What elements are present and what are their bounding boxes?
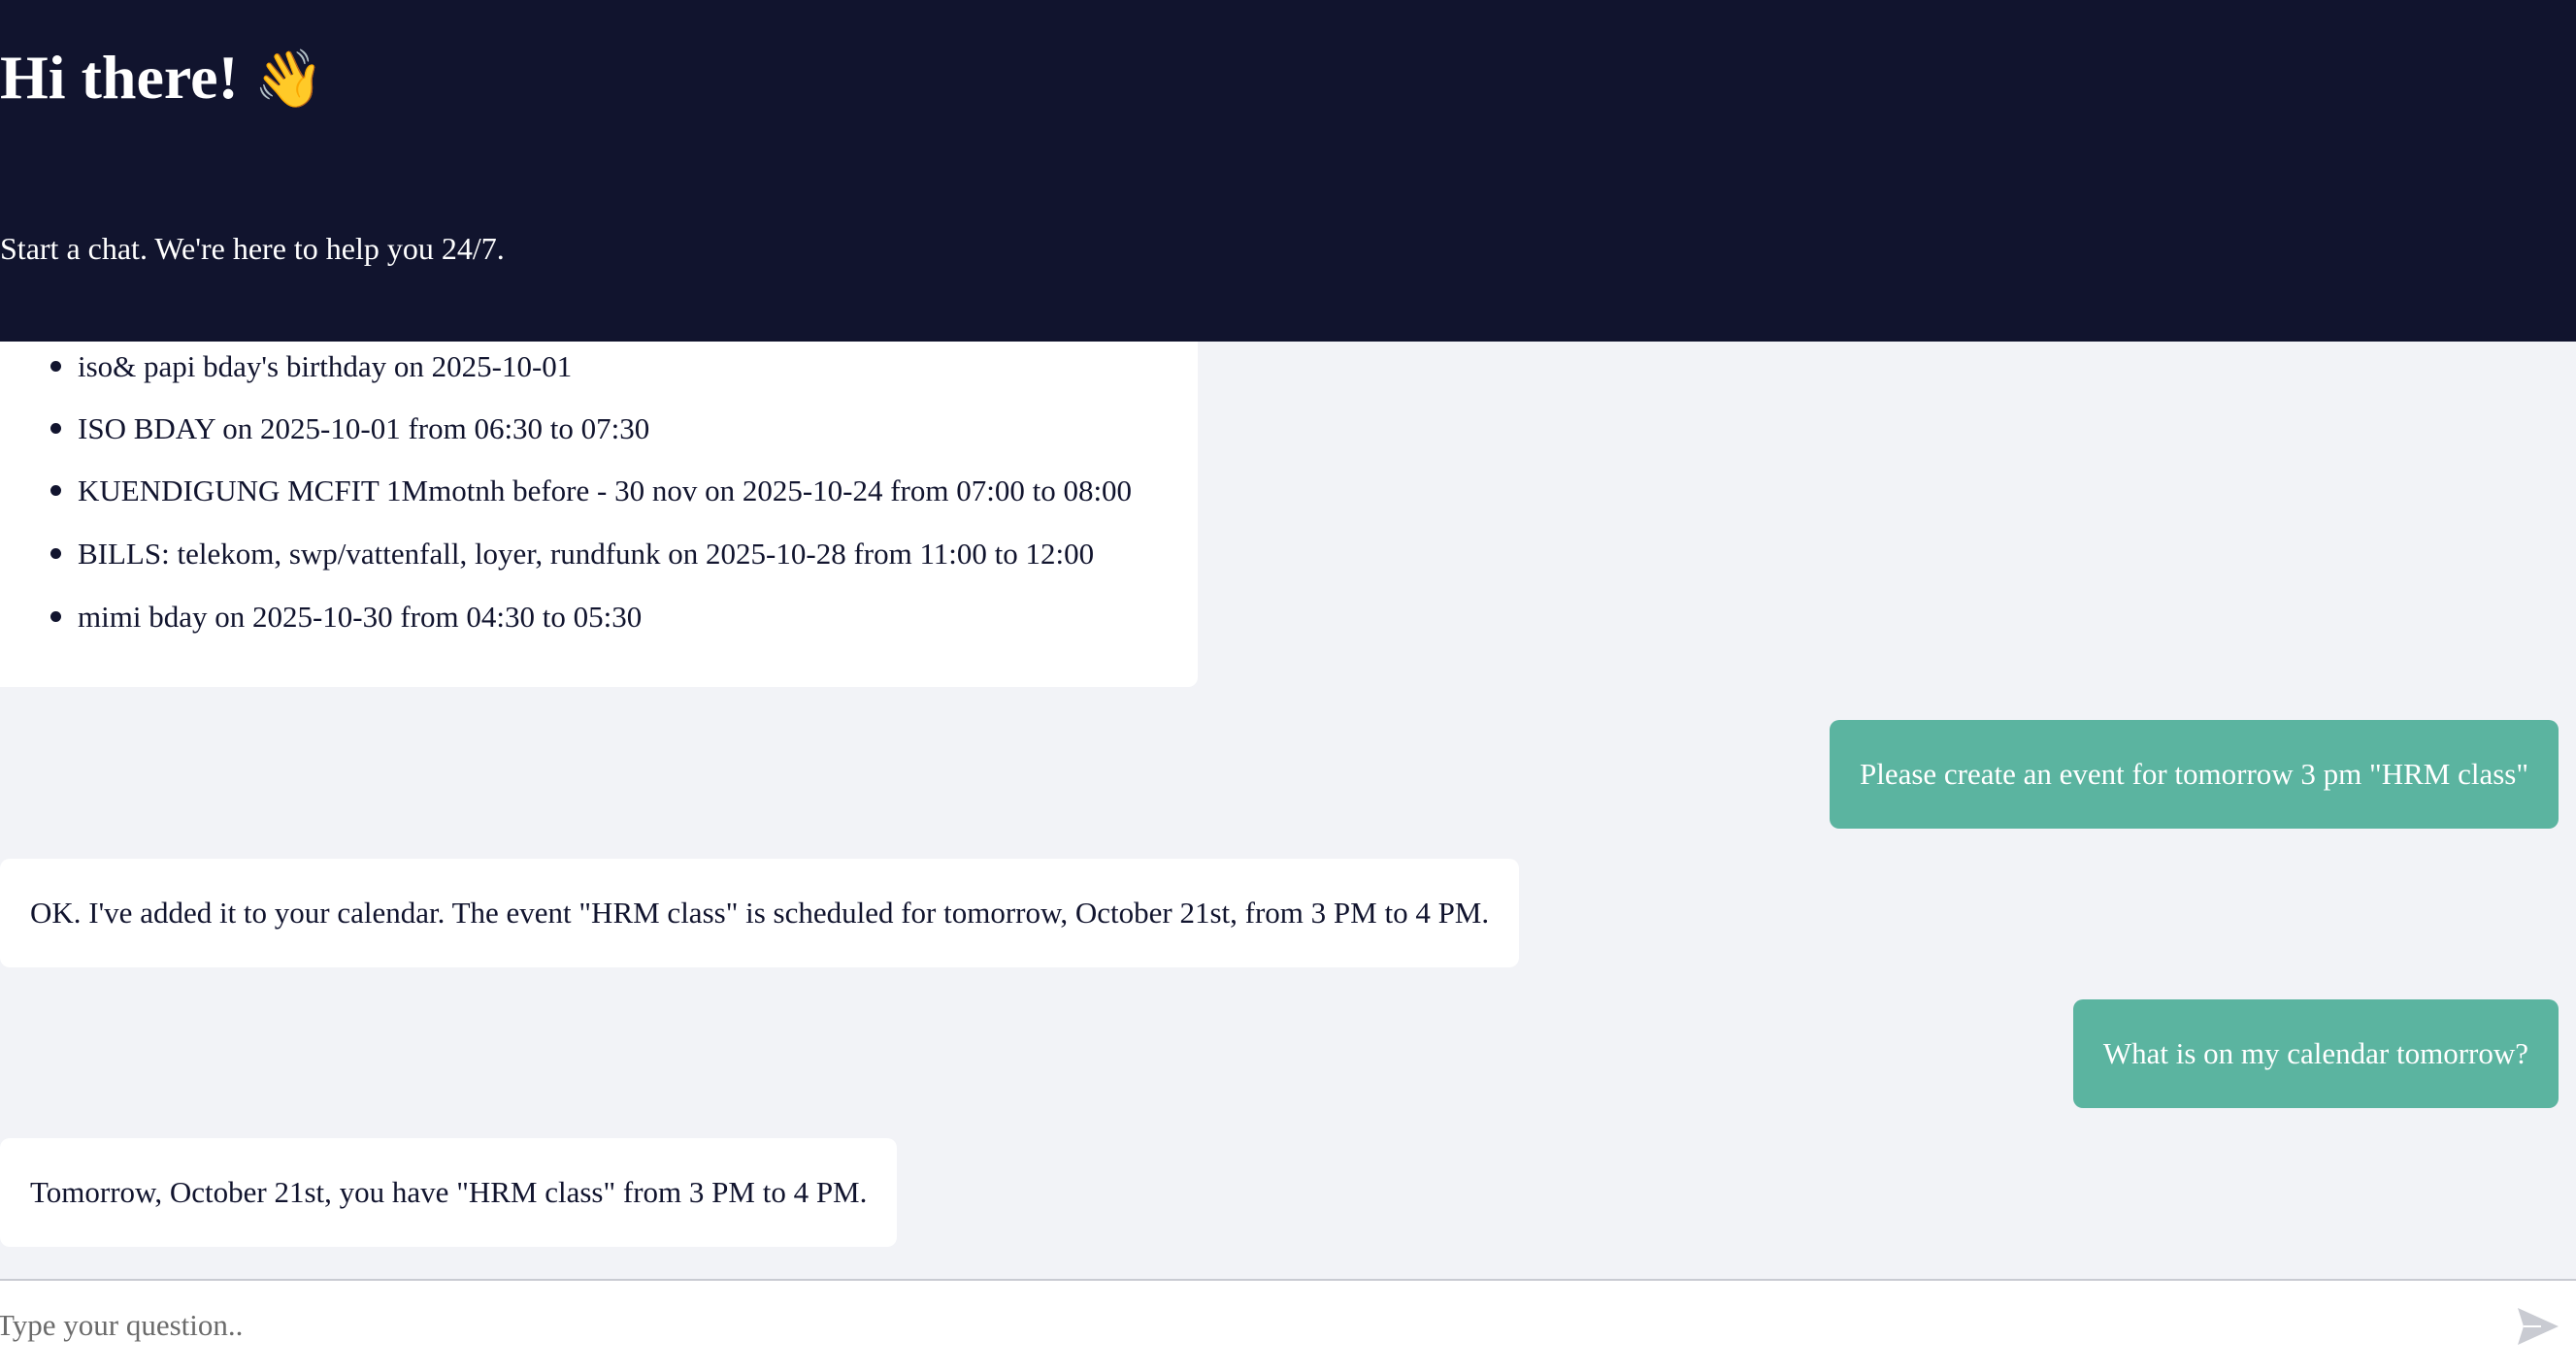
bullet-icon — [50, 611, 61, 622]
send-button[interactable] — [2516, 1306, 2560, 1347]
bullet-icon — [50, 485, 61, 496]
event-list-item: iso& papi bday's birthday on 2025-10-01 — [50, 345, 573, 388]
chat-header: Hi there! 👋 Start a chat. We're here to … — [0, 0, 2576, 342]
chat-messages[interactable]: iso& papi bday's birthday on 2025-10-01 … — [0, 342, 2576, 1279]
bullet-icon — [50, 548, 61, 559]
bullet-icon — [50, 423, 61, 434]
event-list-item: KUENDIGUNG MCFIT 1Mmotnh before - 30 nov… — [50, 470, 1133, 512]
waving-hand-icon: 👋 — [253, 46, 325, 112]
header-title-text: Hi there! — [0, 43, 239, 112]
event-list-item-text: mimi bday on 2025-10-30 from 04:30 to 05… — [78, 600, 643, 634]
event-list-item: ISO BDAY on 2025-10-01 from 06:30 to 07:… — [50, 408, 650, 450]
send-icon — [2518, 1308, 2559, 1345]
event-list-item: BILLS: telekom, swp/vattenfall, loyer, r… — [50, 533, 1095, 575]
header-subtitle: Start a chat. We're here to help you 24/… — [0, 231, 505, 266]
bot-message: Tomorrow, October 21st, you have "HRM cl… — [0, 1138, 898, 1247]
user-message: What is on my calendar tomorrow? — [2072, 999, 2559, 1108]
event-list-item: mimi bday on 2025-10-30 from 04:30 to 05… — [50, 596, 643, 638]
bot-message: OK. I've added it to your calendar. The … — [0, 859, 1520, 967]
user-message: Please create an event for tomorrow 3 pm… — [1829, 720, 2559, 829]
event-list-item-text: KUENDIGUNG MCFIT 1Mmotnh before - 30 nov… — [78, 474, 1133, 507]
question-input[interactable] — [0, 1290, 2481, 1360]
event-list-item-text: ISO BDAY on 2025-10-01 from 06:30 to 07:… — [78, 411, 650, 445]
event-list-item-text: iso& papi bday's birthday on 2025-10-01 — [78, 349, 573, 383]
page-title: Hi there! 👋 — [0, 37, 324, 119]
chat-input-bar — [0, 1279, 2576, 1372]
event-list-item-text: BILLS: telekom, swp/vattenfall, loyer, r… — [78, 537, 1095, 571]
bot-message-event-list: iso& papi bday's birthday on 2025-10-01 … — [0, 342, 1198, 687]
bullet-icon — [50, 361, 61, 372]
